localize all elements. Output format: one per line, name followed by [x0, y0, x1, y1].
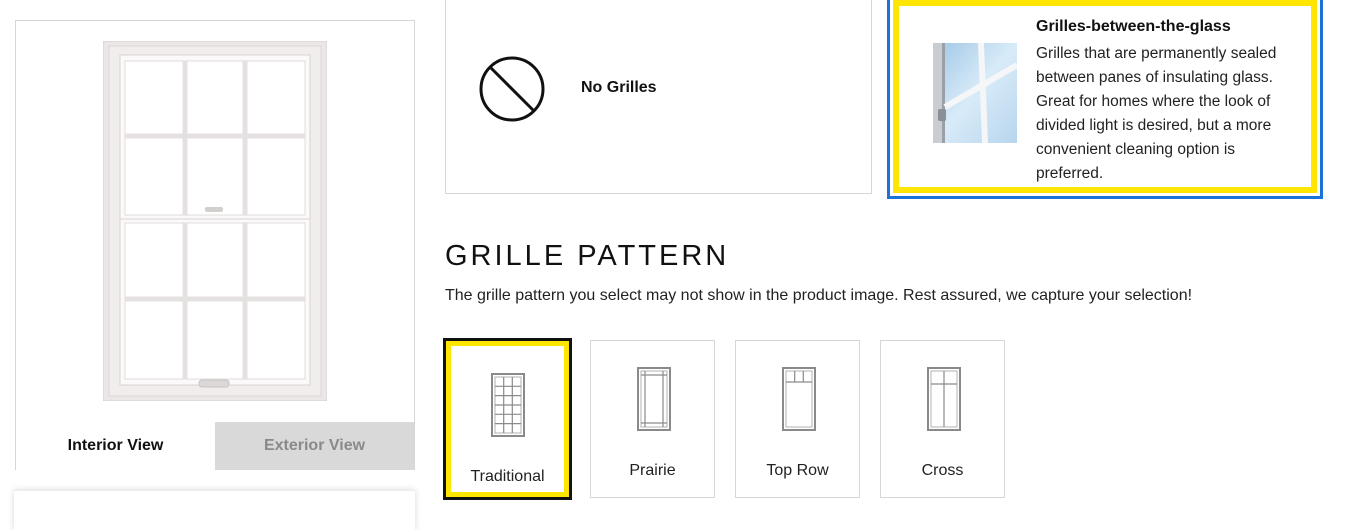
exterior-view-tab[interactable]: Exterior View	[215, 422, 414, 470]
grille-pattern-heading: GRILLE PATTERN	[445, 240, 730, 272]
grilles-between-glass-description: Grilles that are permanently sealed betw…	[1036, 45, 1277, 182]
no-grilles-label: No Grilles	[581, 79, 657, 96]
grilles-between-glass-option[interactable]: Grilles-between-the-glass Grilles that a…	[887, 0, 1323, 199]
pattern-label-cross: Cross	[921, 462, 964, 479]
grilles-between-glass-title: Grilles-between-the-glass	[1036, 18, 1231, 35]
traditional-grille-icon	[491, 373, 525, 437]
prairie-grille-icon	[637, 367, 671, 431]
interior-view-tab[interactable]: Interior View	[16, 422, 215, 470]
selected-highlight: Grilles-between-the-glass Grilles that a…	[893, 0, 1317, 193]
pattern-option-traditional[interactable]: Traditional	[443, 338, 572, 500]
no-grilles-option[interactable]: No Grilles	[445, 0, 872, 194]
grille-pattern-note: The grille pattern you select may not sh…	[445, 287, 1193, 304]
pattern-option-cross[interactable]: Cross	[880, 340, 1005, 498]
pattern-label-traditional: Traditional	[470, 468, 545, 485]
grilles-between-glass-thumbnail	[933, 43, 1017, 143]
top-row-grille-icon	[782, 367, 816, 431]
pattern-option-top-row[interactable]: Top Row	[735, 340, 860, 498]
product-preview-panel: Interior View Exterior View	[15, 20, 415, 470]
pattern-label-prairie: Prairie	[629, 462, 676, 479]
pattern-option-prairie[interactable]: Prairie	[590, 340, 715, 498]
pattern-label-top-row: Top Row	[766, 462, 829, 479]
window-product-image	[103, 41, 327, 401]
next-option-card	[14, 490, 415, 530]
cross-grille-icon	[927, 367, 961, 431]
no-symbol-icon	[479, 56, 545, 122]
